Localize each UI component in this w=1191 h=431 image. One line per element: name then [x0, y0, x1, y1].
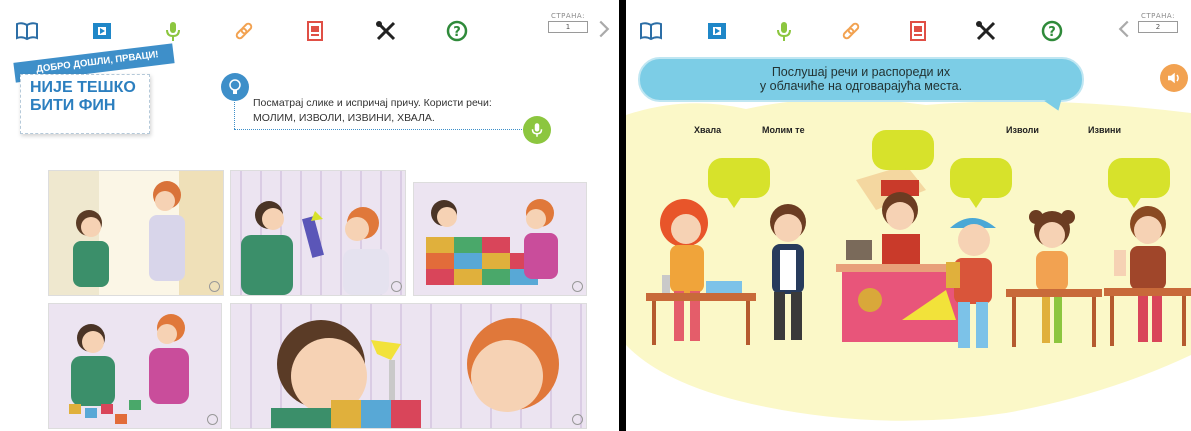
boy-with-cap-figure: [946, 218, 996, 348]
boy-figure: [770, 204, 806, 340]
page-label: СТРАНА:: [1140, 12, 1176, 20]
instruction-line-2: МОЛИМ, ИЗВОЛИ, ИЗВИНИ, ХВАЛА.: [253, 112, 435, 124]
help-icon[interactable]: ?: [444, 18, 470, 44]
zoom-icon[interactable]: [572, 414, 583, 425]
zoom-icon[interactable]: [209, 281, 220, 292]
zoom-icon[interactable]: [207, 414, 218, 425]
zoom-icon[interactable]: [391, 281, 402, 292]
boy-waving-figure: [1104, 206, 1191, 346]
toolbar: ? СТРАНА: 1: [0, 0, 619, 52]
speaker-icon[interactable]: [1160, 64, 1188, 92]
notebook-icon[interactable]: [302, 18, 328, 44]
record-microphone-button[interactable]: [523, 116, 551, 144]
word-izvoli[interactable]: Изволи: [1006, 125, 1039, 135]
task-line-1: Послушај речи и распореди их: [771, 65, 951, 79]
story-panel-1[interactable]: [48, 170, 224, 296]
notebook-icon[interactable]: [905, 18, 931, 44]
tools-icon[interactable]: [373, 18, 399, 44]
word-molim-te[interactable]: Молим те: [762, 125, 805, 135]
dotted-connector: [234, 102, 236, 129]
word-hvala[interactable]: Хвала: [694, 125, 721, 135]
task-speech-bubble: Послушај речи и распореди их у облачиће …: [638, 57, 1084, 102]
tools-icon[interactable]: [973, 18, 999, 44]
page-1-screen: ? СТРАНА: 1 ДОБРО ДОШЛИ, ПРВАЦИ! НИЈЕ ТЕ…: [0, 0, 619, 431]
story-panel-3[interactable]: [413, 182, 587, 296]
page-2-screen: ? СТРАНА: 2 Послушај речи и распореди их…: [626, 0, 1191, 431]
lesson-title: НИЈЕ ТЕШКО БИТИ ФИН: [30, 79, 136, 114]
microphone-icon[interactable]: [771, 18, 797, 44]
microphone-icon[interactable]: [160, 18, 186, 44]
page-indicator: СТРАНА: 1: [548, 12, 588, 33]
girl-at-desk-figure: [646, 199, 756, 345]
link-icon[interactable]: [231, 18, 257, 44]
film-icon[interactable]: [704, 18, 730, 44]
help-icon[interactable]: ?: [1039, 18, 1065, 44]
drop-bubble-1[interactable]: [708, 158, 770, 208]
dotted-connector: [234, 129, 524, 131]
next-page-chevron-icon[interactable]: [596, 16, 612, 42]
page-label: СТРАНА:: [550, 12, 586, 20]
toolbar: ? СТРАНА: 2: [626, 0, 1191, 52]
lightbulb-icon: [221, 73, 249, 101]
page-indicator: СТРАНА: 2: [1138, 12, 1178, 33]
story-panel-5[interactable]: [230, 303, 587, 429]
girl-drawing-figure: [1006, 210, 1102, 347]
previous-page-chevron-icon[interactable]: [1116, 16, 1132, 42]
film-icon[interactable]: [89, 18, 115, 44]
title-card: ДОБРО ДОШЛИ, ПРВАЦИ! НИЈЕ ТЕШКО БИТИ ФИН: [8, 43, 180, 139]
instruction-line-1: Посматрај слике и испричај причу. Корист…: [253, 97, 492, 109]
zoom-icon[interactable]: [572, 281, 583, 292]
link-icon[interactable]: [838, 18, 864, 44]
story-panel-4[interactable]: [48, 303, 222, 429]
instruction-text: Посматрај слике и испричај причу. Корист…: [253, 96, 543, 126]
drop-bubble-4[interactable]: [1108, 158, 1170, 208]
drop-bubble-2[interactable]: [872, 130, 934, 180]
svg-text:?: ?: [453, 25, 461, 40]
svg-text:?: ?: [1048, 25, 1056, 40]
book-icon[interactable]: [638, 18, 664, 44]
book-icon[interactable]: [14, 18, 40, 44]
page-number: 1: [548, 21, 588, 33]
word-izvini[interactable]: Извини: [1088, 125, 1121, 135]
task-line-2: у облачиће на одговарајућа места.: [759, 79, 963, 93]
page-number: 2: [1138, 21, 1178, 33]
story-panel-2[interactable]: [230, 170, 406, 296]
